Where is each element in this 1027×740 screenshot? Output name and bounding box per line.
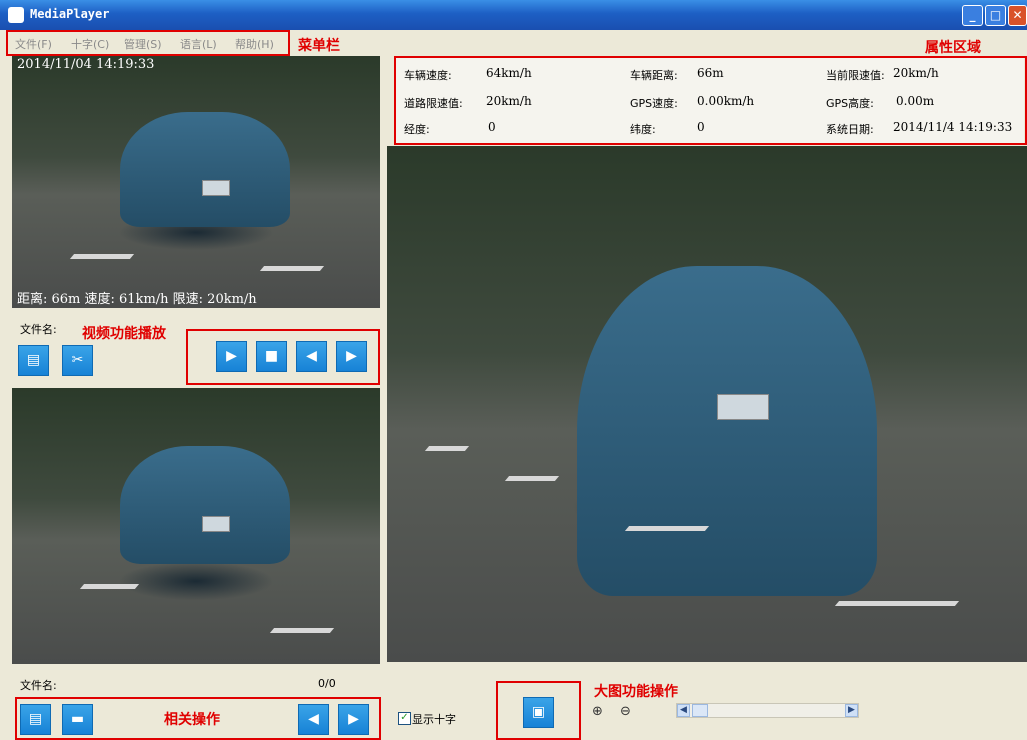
gps-speed-label: GPS速度: <box>630 97 678 110</box>
related-ops-annotation: 相关操作 <box>164 712 220 728</box>
vehicle-speed-label: 车辆速度: <box>404 69 452 82</box>
zoom-in-icon[interactable]: ⊕ <box>592 704 603 719</box>
property-annotation: 属性区域 <box>925 40 981 56</box>
current-limit-value: 20km/h <box>893 66 939 80</box>
bottom-image-view[interactable] <box>12 388 380 664</box>
gps-speed-value: 0.00km/h <box>697 94 755 108</box>
big-image-annotation: 大图功能操作 <box>594 684 678 700</box>
latitude-label: 纬度: <box>630 123 656 136</box>
gps-altitude-value: 0.00m <box>896 94 935 108</box>
window-title: MediaPlayer <box>30 7 110 21</box>
latitude-value: 0 <box>697 120 705 134</box>
longitude-label: 经度: <box>404 123 430 136</box>
system-date-label: 系统日期: <box>826 123 874 136</box>
prev-icon[interactable]: ◀ <box>298 704 329 735</box>
zoom-out-icon[interactable]: ⊖ <box>620 704 631 719</box>
longitude-value: 0 <box>488 120 496 134</box>
road-limit-label: 道路限速值: <box>404 97 463 110</box>
top-file-label: 文件名: <box>20 323 57 336</box>
title-bar <box>0 0 1027 30</box>
video-overlay-text: 距离: 66m 速度: 61km/h 限速: 20km/h <box>17 292 257 307</box>
system-date-value: 2014/11/4 14:19:33 <box>893 120 1013 134</box>
next-icon[interactable]: ▶ <box>338 704 369 735</box>
video-annotation: 视频功能播放 <box>82 326 166 342</box>
crosshair-label: 显示十字 <box>412 713 456 726</box>
bottom-file-label: 文件名: <box>20 679 57 692</box>
app-icon <box>8 7 24 23</box>
big-image-view[interactable] <box>387 146 1027 662</box>
top-video-view[interactable] <box>12 56 380 308</box>
scroll-thumb[interactable] <box>692 704 708 717</box>
menu-annotation: 菜单栏 <box>298 38 340 54</box>
vehicle-speed-value: 64km/h <box>486 66 532 80</box>
import-icon[interactable]: ▤ <box>18 345 49 376</box>
next-frame-icon[interactable]: ▶ <box>336 341 367 372</box>
vehicle-distance-value: 66m <box>697 66 724 80</box>
play-icon[interactable]: ▶ <box>216 341 247 372</box>
open-file-icon[interactable]: ▤ <box>20 704 51 735</box>
cut-icon[interactable]: ✂ <box>62 345 93 376</box>
gps-altitude-label: GPS高度: <box>826 97 874 110</box>
current-limit-label: 当前限速值: <box>826 69 885 82</box>
prev-frame-icon[interactable]: ◀ <box>296 341 327 372</box>
vehicle-distance-label: 车辆距离: <box>630 69 678 82</box>
save-icon[interactable]: ▣ <box>523 697 554 728</box>
scroll-left-icon[interactable]: ◀ <box>677 704 690 717</box>
stop-icon[interactable]: ■ <box>256 341 287 372</box>
close-button[interactable]: ✕ <box>1008 5 1027 26</box>
road-limit-value: 20km/h <box>486 94 532 108</box>
minimize-button[interactable]: _ <box>962 5 983 26</box>
image-counter: 0/0 <box>318 677 336 690</box>
video-timestamp: 2014/11/04 14:19:33 <box>17 57 155 72</box>
maximize-button[interactable]: □ <box>985 5 1006 26</box>
folder-icon[interactable]: ▬ <box>62 704 93 735</box>
menu-annotation-box <box>6 30 290 56</box>
scroll-right-icon[interactable]: ▶ <box>845 704 858 717</box>
crosshair-checkbox[interactable]: ✓ <box>398 712 411 725</box>
